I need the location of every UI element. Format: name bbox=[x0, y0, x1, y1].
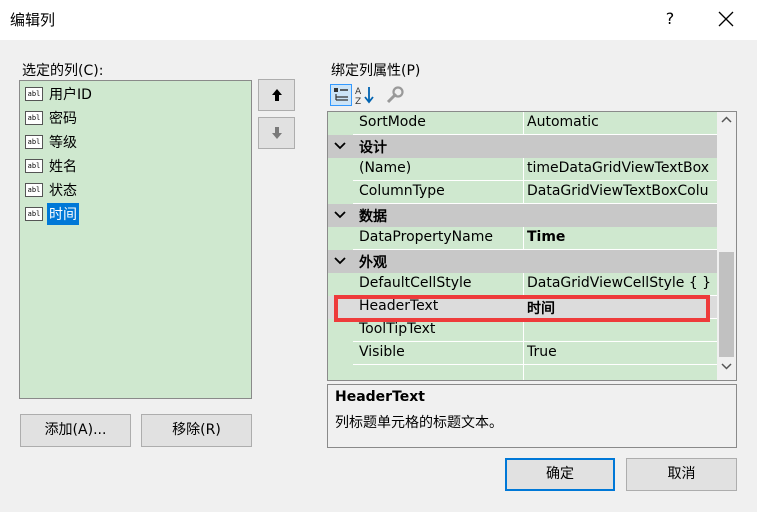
chevron-down-icon[interactable] bbox=[334, 141, 346, 151]
chevron-up-icon[interactable] bbox=[721, 116, 732, 124]
list-item[interactable]: abl 用户ID bbox=[25, 83, 94, 105]
property-value[interactable]: DataGridViewTextBoxColu bbox=[527, 183, 717, 199]
move-down-button[interactable] bbox=[258, 117, 295, 149]
categorized-view-button[interactable] bbox=[330, 84, 352, 106]
title-bar: 编辑列 ? bbox=[0, 0, 757, 40]
textbox-column-icon: abl bbox=[25, 111, 43, 125]
bound-properties-label: 绑定列属性(P) bbox=[331, 63, 421, 79]
category-row-design[interactable]: 设计 bbox=[328, 135, 717, 158]
property-value[interactable]: DataGridViewCellStyle { } bbox=[527, 275, 717, 291]
close-button[interactable] bbox=[704, 4, 748, 34]
property-row-sortmode[interactable]: SortMode Automatic bbox=[328, 112, 717, 135]
property-name: DataPropertyName bbox=[359, 229, 493, 245]
property-name: (Name) bbox=[359, 160, 412, 176]
property-name: DefaultCellStyle bbox=[359, 275, 472, 291]
description-panel: HeaderText 列标题单元格的标题文本。 bbox=[327, 384, 737, 448]
svg-text:A: A bbox=[355, 87, 362, 97]
list-item-label: 姓名 bbox=[49, 159, 77, 175]
move-up-button[interactable] bbox=[258, 79, 295, 111]
svg-text:Z: Z bbox=[355, 97, 361, 106]
textbox-column-icon: abl bbox=[25, 135, 43, 149]
highlight-box bbox=[334, 295, 710, 322]
property-name: ToolTipText bbox=[359, 321, 436, 337]
property-pages-button[interactable] bbox=[384, 84, 406, 106]
list-item-label: 密码 bbox=[49, 111, 77, 127]
property-value[interactable]: timeDataGridViewTextBox bbox=[527, 160, 717, 176]
scrollbar-thumb[interactable] bbox=[719, 252, 734, 357]
add-button[interactable]: 添加(A)... bbox=[20, 414, 131, 447]
property-value[interactable]: Time bbox=[527, 229, 717, 245]
property-name: Visible bbox=[359, 344, 405, 360]
selected-columns-list[interactable]: abl 用户ID abl 密码 abl 等级 abl 姓名 abl 状态 abl 时间 bbox=[19, 80, 252, 399]
sort-az-icon: A Z bbox=[355, 87, 374, 106]
list-item[interactable]: abl 等级 bbox=[25, 131, 79, 153]
categorized-icon bbox=[334, 88, 348, 101]
property-grid[interactable]: SortMode Automatic 设计 (Name) timeDataGri… bbox=[327, 111, 737, 381]
category-name: 外观 bbox=[359, 255, 387, 271]
alphabetical-view-button[interactable]: A Z bbox=[354, 84, 376, 106]
description-title: HeaderText bbox=[335, 389, 425, 405]
property-name: ColumnType bbox=[359, 183, 445, 199]
property-value[interactable]: Automatic bbox=[527, 114, 717, 130]
textbox-column-icon: abl bbox=[25, 207, 43, 221]
textbox-column-icon: abl bbox=[25, 183, 43, 197]
category-name: 数据 bbox=[359, 209, 387, 225]
remove-button[interactable]: 移除(R) bbox=[141, 414, 252, 447]
property-name: SortMode bbox=[359, 114, 426, 130]
description-text: 列标题单元格的标题文本。 bbox=[335, 415, 503, 431]
close-icon bbox=[718, 11, 734, 27]
list-item-selected[interactable]: abl 时间 bbox=[25, 203, 79, 225]
selected-columns-label: 选定的列(C): bbox=[22, 63, 104, 79]
list-item[interactable]: abl 密码 bbox=[25, 107, 79, 129]
arrow-down-icon bbox=[272, 127, 282, 139]
window-title: 编辑列 bbox=[10, 11, 56, 29]
textbox-column-icon: abl bbox=[25, 159, 43, 173]
property-row-tooltiptext[interactable]: ToolTipText bbox=[328, 319, 717, 342]
list-item-label: 用户ID bbox=[49, 87, 92, 103]
ok-button[interactable]: 确定 bbox=[505, 458, 615, 491]
chevron-down-icon[interactable] bbox=[334, 210, 346, 220]
property-row-name[interactable]: (Name) timeDataGridViewTextBox bbox=[328, 158, 717, 181]
help-button[interactable]: ? bbox=[652, 4, 688, 34]
category-row-data[interactable]: 数据 bbox=[328, 204, 717, 227]
chevron-down-icon[interactable] bbox=[334, 256, 346, 266]
list-item[interactable]: abl 姓名 bbox=[25, 155, 79, 177]
property-row-visible[interactable]: Visible True bbox=[328, 342, 717, 365]
wrench-icon bbox=[386, 86, 404, 104]
textbox-column-icon: abl bbox=[25, 87, 43, 101]
category-row-appearance[interactable]: 外观 bbox=[328, 250, 717, 273]
property-value[interactable]: True bbox=[527, 344, 717, 360]
property-row-defaultcellstyle[interactable]: DefaultCellStyle DataGridViewCellStyle {… bbox=[328, 273, 717, 296]
chevron-down-icon[interactable] bbox=[721, 362, 732, 370]
property-row-datapropertyname[interactable]: DataPropertyName Time bbox=[328, 227, 717, 250]
cancel-button[interactable]: 取消 bbox=[626, 458, 737, 491]
category-name: 设计 bbox=[359, 140, 387, 156]
vertical-scrollbar[interactable] bbox=[717, 112, 736, 380]
list-item-label: 状态 bbox=[49, 183, 77, 199]
list-item-label: 时间 bbox=[47, 203, 79, 225]
list-item[interactable]: abl 状态 bbox=[25, 179, 79, 201]
arrow-up-icon bbox=[272, 89, 282, 101]
property-row-columntype[interactable]: ColumnType DataGridViewTextBoxColu bbox=[328, 181, 717, 204]
list-item-label: 等级 bbox=[49, 135, 77, 151]
